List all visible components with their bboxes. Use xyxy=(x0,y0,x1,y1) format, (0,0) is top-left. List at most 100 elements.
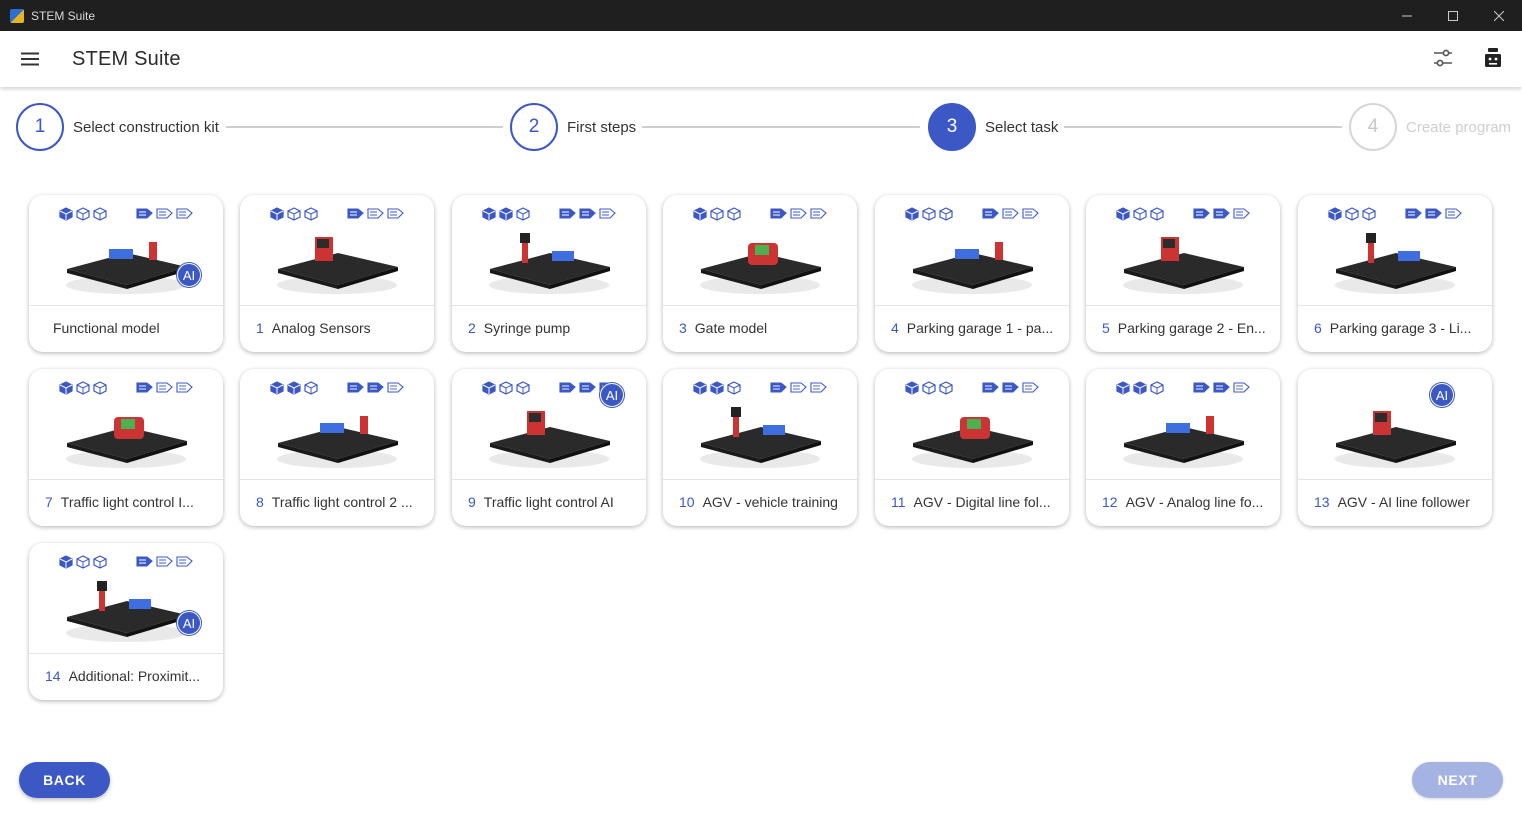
task-card[interactable]: 10 AGV - vehicle training xyxy=(663,369,857,526)
task-title: 9 Traffic light control AI xyxy=(468,494,638,510)
task-name: Syringe pump xyxy=(483,320,571,336)
card-image-area xyxy=(1086,195,1280,305)
kit-parts-icons xyxy=(270,381,318,395)
task-name: Functional model xyxy=(53,320,160,336)
task-name: Traffic light control AI xyxy=(483,494,614,510)
instruction-icon xyxy=(156,382,173,393)
task-card[interactable]: 11 AGV - Digital line fol... xyxy=(875,369,1069,526)
device-button[interactable] xyxy=(1480,45,1506,71)
card-divider xyxy=(663,479,857,480)
next-button[interactable]: NEXT xyxy=(1412,762,1503,798)
cube-icon xyxy=(939,381,953,395)
card-image-area xyxy=(29,369,223,479)
step-number: 4 xyxy=(1349,103,1397,151)
app-header: STEM Suite xyxy=(0,31,1522,87)
task-card[interactable]: 14 Additional: Proximit... AI xyxy=(29,543,223,700)
task-number: 5 xyxy=(1102,320,1110,336)
task-card[interactable]: 2 Syringe pump xyxy=(452,195,646,352)
instruction-level-icons xyxy=(982,381,1039,394)
cube-icon xyxy=(270,207,284,221)
instruction-level-icons xyxy=(1405,207,1462,220)
task-card[interactable]: Functional model AI xyxy=(29,195,223,352)
instruction-icon xyxy=(156,556,173,567)
close-button[interactable] xyxy=(1476,0,1522,31)
instruction-icon xyxy=(347,208,364,219)
model-image xyxy=(489,411,610,468)
instruction-icon xyxy=(810,208,827,219)
step-label: Select construction kit xyxy=(73,118,219,136)
task-number: 7 xyxy=(45,494,53,510)
instruction-icon xyxy=(1022,208,1039,219)
cube-icon xyxy=(727,207,741,221)
cube-icon xyxy=(1150,381,1164,395)
card-image-area xyxy=(452,195,646,305)
task-card[interactable]: 3 Gate model xyxy=(663,195,857,352)
model-illustration xyxy=(1116,227,1250,304)
card-divider xyxy=(452,305,646,306)
menu-button[interactable] xyxy=(18,47,42,71)
card-divider xyxy=(1298,305,1492,306)
back-button[interactable]: BACK xyxy=(19,762,110,798)
settings-button[interactable] xyxy=(1430,45,1456,71)
cube-icon xyxy=(76,381,90,395)
instruction-icon xyxy=(347,382,364,393)
cube-icon xyxy=(1328,207,1342,221)
task-card[interactable]: 7 Traffic light control I... xyxy=(29,369,223,526)
task-name: AGV - vehicle training xyxy=(702,494,838,510)
ai-badge: AI xyxy=(1430,383,1454,407)
ai-badge: AI xyxy=(177,611,201,635)
step-3[interactable]: 3 Select task xyxy=(928,103,1058,151)
model-illustration xyxy=(482,401,616,478)
model-illustration xyxy=(1328,401,1462,478)
card-image-area xyxy=(1298,369,1492,479)
task-card[interactable]: 9 Traffic light control AI AI xyxy=(452,369,646,526)
task-number: 6 xyxy=(1314,320,1322,336)
task-number: 11 xyxy=(891,494,906,510)
task-card[interactable]: 8 Traffic light control 2 ... xyxy=(240,369,434,526)
task-number: 4 xyxy=(891,320,899,336)
instruction-icon xyxy=(770,208,787,219)
close-icon xyxy=(1494,10,1504,21)
model-image xyxy=(277,237,398,294)
window-controls xyxy=(1384,0,1522,31)
maximize-button[interactable] xyxy=(1430,0,1476,31)
task-card[interactable]: 6 Parking garage 3 - Li... xyxy=(1298,195,1492,352)
step-2[interactable]: 2 First steps xyxy=(510,103,636,151)
cube-icon xyxy=(1116,381,1130,395)
instruction-icon xyxy=(810,382,827,393)
step-4: 4 Create program xyxy=(1349,103,1511,151)
kit-parts-icons xyxy=(1116,207,1164,221)
instruction-icon xyxy=(579,382,596,393)
instruction-icon xyxy=(176,382,193,393)
minimize-button[interactable] xyxy=(1384,0,1430,31)
step-connector xyxy=(1064,126,1342,128)
task-name: Gate model xyxy=(694,320,768,336)
cube-icon xyxy=(922,381,936,395)
model-image xyxy=(66,581,187,642)
step-connector xyxy=(642,126,920,128)
task-card[interactable]: 13 AGV - AI line follower AI xyxy=(1298,369,1492,526)
step-number: 1 xyxy=(16,103,64,151)
instruction-level-icons xyxy=(1193,207,1250,220)
cube-icon xyxy=(59,555,73,569)
task-title: 2 Syringe pump xyxy=(468,320,638,336)
cube-icon xyxy=(516,381,530,395)
task-title: 5 Parking garage 2 - En... xyxy=(1102,320,1272,336)
task-card[interactable]: 4 Parking garage 1 - pa... xyxy=(875,195,1069,352)
model-illustration xyxy=(59,401,193,478)
instruction-icon xyxy=(1425,208,1442,219)
progress-stepper: 1 Select construction kit 2 First steps … xyxy=(16,103,1511,151)
step-1[interactable]: 1 Select construction kit xyxy=(16,103,219,151)
task-title: 3 Gate model xyxy=(679,320,849,336)
task-name: Analog Sensors xyxy=(271,320,371,336)
kit-parts-icons xyxy=(905,381,953,395)
instruction-icon xyxy=(982,208,999,219)
task-name: Parking garage 3 - Li... xyxy=(1329,320,1472,336)
instruction-icon xyxy=(387,382,404,393)
cube-icon xyxy=(499,381,513,395)
task-card[interactable]: 5 Parking garage 2 - En... xyxy=(1086,195,1280,352)
cube-icon xyxy=(1345,207,1359,221)
task-name: Additional: Proximit... xyxy=(68,668,201,684)
task-card[interactable]: 1 Analog Sensors xyxy=(240,195,434,352)
task-card[interactable]: 12 AGV - Analog line fo... xyxy=(1086,369,1280,526)
